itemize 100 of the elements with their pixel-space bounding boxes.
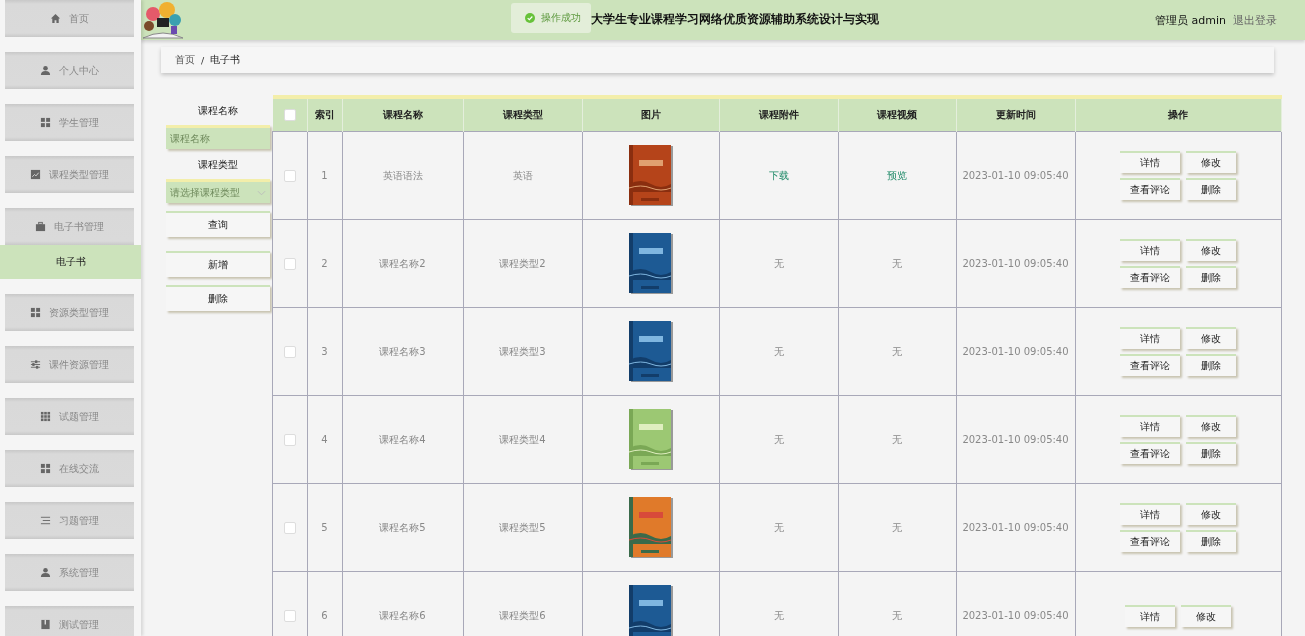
- row-action-button[interactable]: 详情: [1120, 503, 1180, 525]
- table-cell: 无: [838, 571, 956, 636]
- table-cell: 无: [838, 483, 956, 572]
- table-cell: 课程类型6: [463, 571, 582, 636]
- breadcrumb-link[interactable]: 电子书: [210, 53, 241, 67]
- row-action-button[interactable]: 删除: [1186, 530, 1236, 552]
- table-cell: 5: [307, 483, 342, 572]
- chart-icon: [30, 169, 41, 180]
- row-action-button[interactable]: 详情: [1120, 327, 1180, 349]
- row-action-button[interactable]: 查看评论: [1120, 266, 1180, 288]
- row-checkbox[interactable]: [283, 257, 296, 270]
- row-checkbox[interactable]: [283, 169, 296, 182]
- book-icon: [40, 619, 51, 630]
- table-cell: 无: [719, 483, 838, 572]
- row-action-button[interactable]: 查看评论: [1120, 530, 1180, 552]
- name-input[interactable]: 课程名称: [166, 125, 270, 149]
- sliders-icon: [30, 359, 41, 370]
- table-cell: 英语: [463, 131, 582, 220]
- row-action-button[interactable]: 详情: [1125, 604, 1175, 627]
- action-button[interactable]: 查询: [166, 211, 270, 237]
- app-title: 大学生专业课程学习网络优质资源辅助系统设计与实现: [591, 12, 879, 27]
- briefcase-icon: [35, 221, 46, 232]
- table-cell: 课程名称5: [342, 483, 463, 572]
- row-checkbox[interactable]: [283, 345, 296, 358]
- action-button[interactable]: 新增: [166, 251, 270, 277]
- row-action-button[interactable]: 修改: [1181, 604, 1231, 627]
- table-cell: 课程名称4: [342, 395, 463, 484]
- list-icon: [40, 515, 51, 526]
- person-icon: [40, 65, 51, 76]
- table-cell: 无: [719, 219, 838, 308]
- field-label: 课程类型: [197, 158, 239, 172]
- row-action-button[interactable]: 删除: [1186, 442, 1236, 464]
- breadcrumb-link[interactable]: 首页: [175, 53, 195, 67]
- row-action-button[interactable]: 修改: [1186, 239, 1236, 261]
- table-cell: 课程类型3: [463, 307, 582, 396]
- table-cell: 无: [719, 307, 838, 396]
- table-cell: 无: [838, 395, 956, 484]
- person-icon: [40, 567, 51, 578]
- grid-icon: [40, 463, 51, 474]
- table-cell: 4: [307, 395, 342, 484]
- row-checkbox[interactable]: [283, 433, 296, 446]
- row-checkbox[interactable]: [283, 521, 296, 534]
- column-header: 索引: [307, 97, 342, 132]
- row-action-button[interactable]: 查看评论: [1120, 442, 1180, 464]
- column-header: 操作: [1075, 97, 1281, 132]
- field-label: 课程名称: [197, 104, 239, 118]
- column-header: 课程类型: [463, 97, 582, 132]
- grid-icon: [30, 307, 41, 318]
- user-name: 管理员 admin: [1155, 12, 1226, 28]
- table-cell: 课程类型2: [463, 219, 582, 308]
- table-cell: 2: [307, 219, 342, 308]
- submenu-item[interactable]: 电子书: [0, 245, 141, 279]
- table-cell: 2023-01-10 09:05:40: [956, 307, 1075, 396]
- column-header: 更新时间: [956, 97, 1075, 132]
- table-cell: 无: [719, 395, 838, 484]
- table-cell: 1: [307, 131, 342, 220]
- row-action-button[interactable]: 修改: [1186, 415, 1236, 437]
- check-icon: [525, 13, 535, 23]
- table-cell: 2023-01-10 09:05:40: [956, 395, 1075, 484]
- table-cell: 3: [307, 307, 342, 396]
- table-cell: 2023-01-10 09:05:40: [956, 571, 1075, 636]
- logout-link[interactable]: 退出登录: [1233, 12, 1277, 28]
- table-cell: 课程名称3: [342, 307, 463, 396]
- row-action-button[interactable]: 详情: [1120, 151, 1180, 173]
- select-all-checkbox[interactable]: [283, 109, 296, 121]
- home-icon: [50, 13, 61, 24]
- column-header: 课程名称: [342, 97, 463, 132]
- row-action-button[interactable]: 查看评论: [1120, 354, 1180, 376]
- table-cell: 无: [719, 571, 838, 636]
- table-cell: 2023-01-10 09:05:40: [956, 219, 1075, 308]
- row-checkbox[interactable]: [283, 609, 296, 622]
- row-action-button[interactable]: 删除: [1186, 178, 1236, 200]
- grid-icon: [40, 411, 51, 422]
- row-action-button[interactable]: 查看评论: [1120, 178, 1180, 200]
- table-cell: 无: [838, 219, 956, 308]
- action-button[interactable]: 删除: [166, 285, 270, 311]
- table-cell: 6: [307, 571, 342, 636]
- column-header: 课程附件: [719, 97, 838, 132]
- preview-link[interactable]: 预览: [838, 131, 956, 220]
- row-action-button[interactable]: 详情: [1120, 415, 1180, 437]
- row-action-button[interactable]: 删除: [1186, 354, 1236, 376]
- row-action-button[interactable]: 修改: [1186, 151, 1236, 173]
- row-action-button[interactable]: 删除: [1186, 266, 1236, 288]
- download-link[interactable]: 下载: [719, 131, 838, 220]
- row-action-button[interactable]: 详情: [1120, 239, 1180, 261]
- table-cell: 课程类型5: [463, 483, 582, 572]
- row-action-button[interactable]: 修改: [1186, 503, 1236, 525]
- table-cell: 英语语法: [342, 131, 463, 220]
- table-cell: 课程名称2: [342, 219, 463, 308]
- table-cell: 课程名称6: [342, 571, 463, 636]
- row-action-button[interactable]: 修改: [1186, 327, 1236, 349]
- table-cell: 2023-01-10 09:05:40: [956, 131, 1075, 220]
- toast-message: 操作成功: [541, 11, 581, 25]
- breadcrumb-separator: /: [201, 54, 205, 66]
- table-cell: 课程类型4: [463, 395, 582, 484]
- grid-icon: [40, 117, 51, 128]
- column-header: 课程视频: [838, 97, 956, 132]
- table-cell: 无: [838, 307, 956, 396]
- chevron-down-icon: [257, 189, 266, 196]
- column-header: 图片: [582, 97, 719, 132]
